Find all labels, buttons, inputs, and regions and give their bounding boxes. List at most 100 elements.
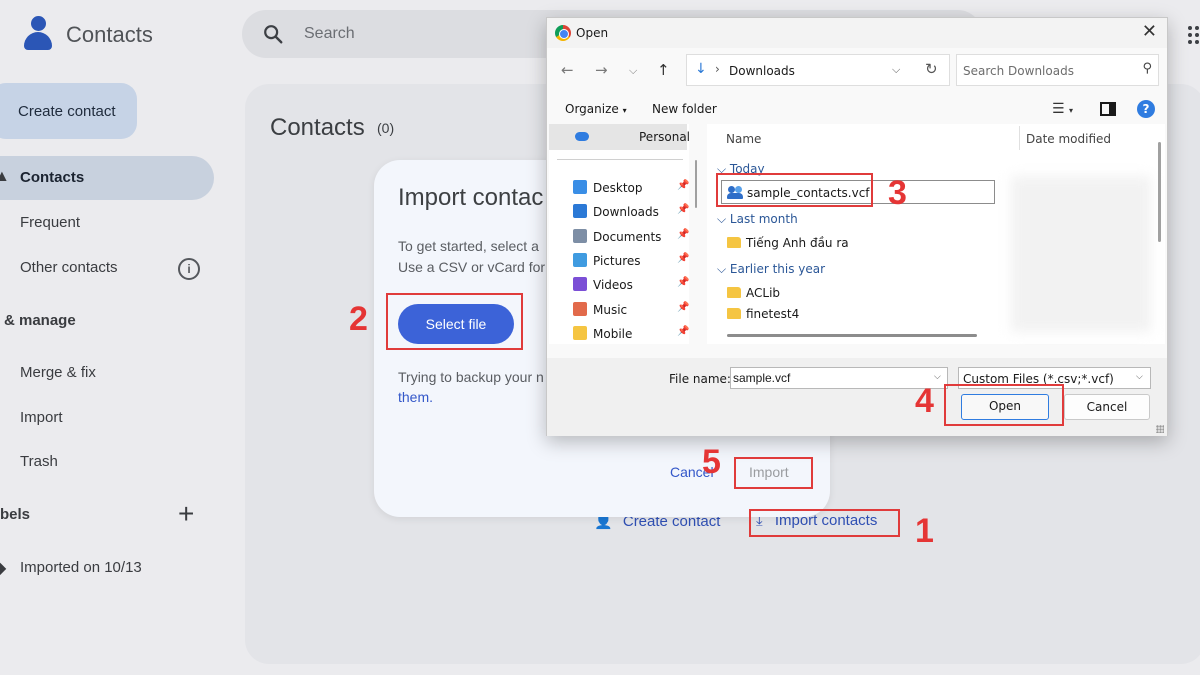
quick-access-item-mobile[interactable]: Mobile 📌 bbox=[573, 325, 689, 346]
add-label-icon[interactable]: + bbox=[178, 500, 194, 528]
highlight-import-button bbox=[734, 457, 813, 489]
horizontal-scrollbar[interactable] bbox=[727, 334, 977, 337]
address-bar[interactable]: ↓ › Downloads ⌵ ↻ bbox=[686, 54, 950, 86]
quick-access-item-pictures[interactable]: Pictures 📌 bbox=[573, 252, 689, 273]
pin-icon[interactable]: 📌 bbox=[677, 302, 689, 313]
search-icon: ⚲ bbox=[1142, 61, 1152, 76]
onedrive-personal-item[interactable]: Personal bbox=[549, 124, 691, 150]
backup-link[interactable]: them. bbox=[398, 389, 433, 405]
pin-icon[interactable]: 📌 bbox=[677, 253, 689, 264]
sidebar: Create contact ▲ Contacts ) Frequent Oth… bbox=[0, 80, 240, 675]
contact-count: (0) bbox=[377, 120, 395, 136]
sidebar-item-contacts[interactable]: ▲ Contacts bbox=[0, 156, 214, 200]
folder-icon bbox=[727, 308, 741, 319]
resize-grip-icon[interactable] bbox=[1156, 425, 1164, 433]
column-header-date[interactable]: Date modified bbox=[1026, 132, 1111, 146]
step-number-1: 1 bbox=[915, 512, 934, 550]
pin-icon[interactable]: 📌 bbox=[677, 204, 689, 215]
highlight-select-file bbox=[386, 293, 523, 350]
sidebar-item-label: Merge & fix bbox=[20, 364, 96, 381]
file-name: Tiếng Anh đầu ra bbox=[746, 236, 849, 250]
address-path: Downloads bbox=[729, 64, 795, 78]
labels-heading: bels bbox=[0, 506, 31, 523]
label-icon: ◆ bbox=[0, 560, 7, 577]
folder-icon bbox=[727, 237, 741, 248]
forward-arrow-icon[interactable]: → bbox=[595, 61, 608, 79]
pin-icon[interactable]: 📌 bbox=[677, 277, 689, 288]
mobile-icon bbox=[573, 325, 587, 340]
back-arrow-icon[interactable]: ← bbox=[561, 61, 574, 79]
new-folder-button[interactable]: New folder bbox=[652, 102, 717, 116]
view-options-icon[interactable]: ☰ ▾ bbox=[1052, 101, 1073, 117]
close-icon[interactable]: ✕ bbox=[1142, 21, 1157, 42]
preview-pane-icon[interactable] bbox=[1100, 102, 1116, 116]
refresh-icon[interactable]: ↻ bbox=[925, 60, 938, 78]
chevron-down-icon[interactable]: ⌵ bbox=[1136, 372, 1143, 382]
chevron-down-icon[interactable]: ⌵ bbox=[934, 372, 941, 382]
desktop-icon bbox=[573, 180, 587, 194]
search-downloads-input[interactable]: Search Downloads ⚲ bbox=[956, 54, 1159, 86]
contacts-logo-icon bbox=[22, 16, 54, 52]
create-contact-button[interactable]: Create contact bbox=[0, 83, 137, 139]
column-divider bbox=[1019, 126, 1020, 150]
quick-access-item-downloads[interactable]: Downloads 📌 bbox=[573, 204, 689, 224]
folder-item-tieng-anh[interactable]: Tiếng Anh đầu ra bbox=[727, 236, 849, 250]
info-icon[interactable]: i bbox=[178, 258, 200, 280]
sidebar-item-label: Trash bbox=[20, 453, 58, 470]
backup-hint: Trying to backup your n bbox=[398, 369, 544, 385]
blurred-dates bbox=[1011, 176, 1151, 332]
cancel-button[interactable]: Cancel bbox=[1064, 394, 1150, 420]
pin-icon[interactable]: 📌 bbox=[677, 326, 689, 337]
organize-menu[interactable]: Organize ▾ bbox=[565, 102, 627, 116]
step-number-5: 5 bbox=[702, 443, 721, 481]
folder-item-finetest4[interactable]: finetest4 bbox=[727, 307, 799, 321]
apps-grid-icon[interactable] bbox=[1186, 26, 1200, 44]
quick-access-item-videos[interactable]: Videos 📌 bbox=[573, 277, 689, 297]
folder-item-aclib[interactable]: ACLib bbox=[727, 286, 780, 300]
fix-manage-heading: & manage bbox=[4, 312, 76, 329]
dialog-titlebar[interactable]: Open ✕ bbox=[547, 18, 1167, 48]
nav-scrollbar[interactable] bbox=[695, 160, 697, 208]
search-placeholder: Search bbox=[304, 25, 355, 42]
quick-access-item-desktop[interactable]: Desktop 📌 bbox=[573, 180, 689, 200]
column-header-name[interactable]: Name bbox=[726, 132, 761, 146]
quick-access-item-documents[interactable]: Documents 📌 bbox=[573, 228, 689, 249]
file-name-label: File name: bbox=[669, 372, 731, 386]
sidebar-item-merge-fix[interactable]: Merge & fix bbox=[0, 351, 214, 395]
sidebar-item-label: Frequent bbox=[20, 214, 81, 231]
quick-access-label: Videos bbox=[593, 278, 633, 293]
sidebar-item-trash[interactable]: Trash bbox=[0, 440, 214, 484]
navigation-pane: Personal Desktop 📌 Downloads 📌 Documents 📌 Pic… bbox=[549, 124, 691, 346]
sidebar-item-label: Other contacts bbox=[20, 259, 118, 276]
quick-access-label: Downloads bbox=[593, 205, 659, 220]
sidebar-item-imported-label[interactable]: ◆ Imported on 10/13 bbox=[0, 546, 214, 590]
sidebar-item-import[interactable]: Import bbox=[0, 396, 214, 440]
group-label: Last month bbox=[729, 212, 798, 226]
vertical-scrollbar[interactable] bbox=[1158, 142, 1161, 242]
group-header-last-month[interactable]: ⌵ Last month bbox=[717, 212, 798, 227]
import-dialog-description: To get started, select a bbox=[398, 238, 539, 254]
up-arrow-icon[interactable]: ↑ bbox=[657, 61, 670, 79]
group-header-earlier-this-year[interactable]: ⌵ Earlier this year bbox=[717, 262, 825, 277]
help-icon[interactable]: ? bbox=[1137, 100, 1155, 118]
onedrive-label: Personal bbox=[639, 130, 691, 144]
pin-icon[interactable]: 📌 bbox=[677, 180, 689, 191]
pin-icon[interactable]: 📌 bbox=[677, 229, 689, 240]
chevron-down-icon[interactable]: ⌵ bbox=[892, 63, 900, 77]
cloud-icon bbox=[575, 132, 589, 141]
recent-locations-icon[interactable]: ⌵ bbox=[629, 64, 637, 78]
highlight-sample-file bbox=[716, 173, 873, 207]
downloads-icon bbox=[573, 204, 587, 219]
chevron-right-icon: › bbox=[715, 62, 720, 76]
quick-access-item-music[interactable]: Music 📌 bbox=[573, 301, 689, 322]
import-dialog-description: Use a CSV or vCard for bbox=[398, 259, 546, 275]
command-bar: Organize ▾ New folder ☰ ▾ ? bbox=[547, 96, 1167, 124]
organize-label: Organize bbox=[565, 102, 619, 116]
highlight-import-contacts bbox=[749, 509, 900, 537]
step-number-4: 4 bbox=[915, 382, 934, 420]
music-icon bbox=[573, 301, 587, 316]
quick-access-label: Music bbox=[593, 302, 628, 317]
file-name: finetest4 bbox=[746, 307, 800, 321]
sidebar-item-frequent[interactable]: ) Frequent bbox=[0, 201, 214, 245]
app-title: Contacts bbox=[66, 22, 153, 47]
